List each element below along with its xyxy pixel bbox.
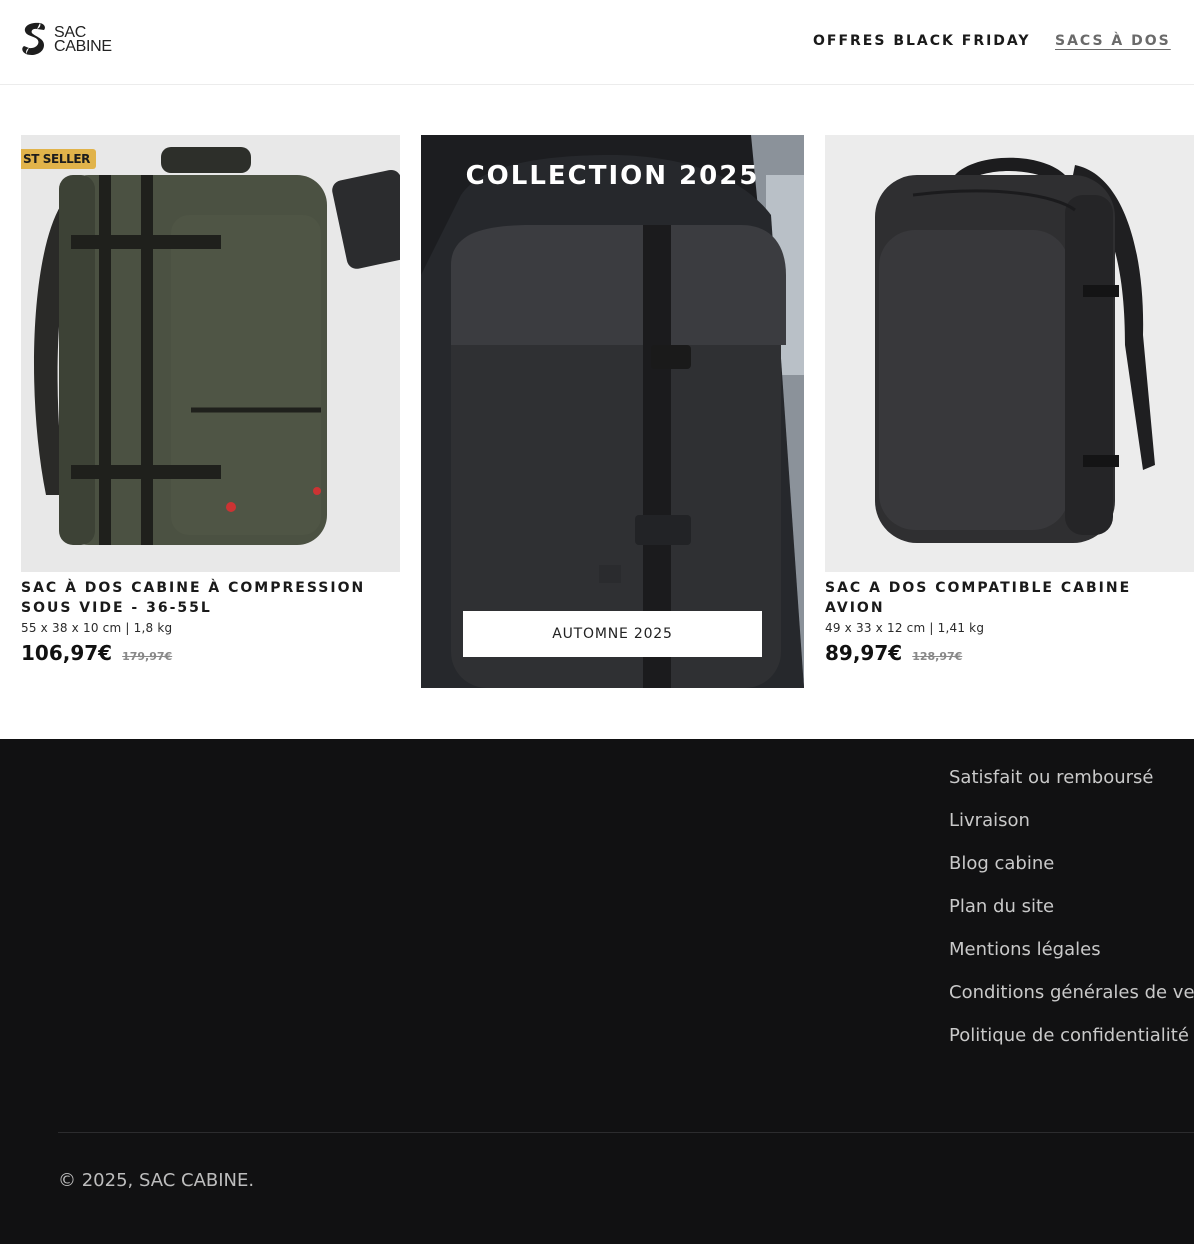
logo-text-line2: CABINE xyxy=(54,37,112,55)
product-price: 89,97€ xyxy=(825,641,903,665)
logo-icon xyxy=(22,22,45,55)
product-title[interactable]: SAC À DOS CABINE À COMPRESSION SOUS VIDE… xyxy=(21,578,400,618)
price-row: 106,97€ 179,97€ xyxy=(21,641,400,665)
footer-link-confidentialite[interactable]: Politique de confidentialité xyxy=(949,1023,1194,1066)
footer-link-livraison[interactable]: Livraison xyxy=(949,808,1194,851)
footer-link-plan-du-site[interactable]: Plan du site xyxy=(949,894,1194,937)
product-image[interactable]: ST SELLER xyxy=(21,135,400,572)
page: Notre histoire Satisfait ou remboursé Li… xyxy=(0,0,1194,1244)
collection-button[interactable]: AUTOMNE 2025 xyxy=(463,611,762,657)
nav-offres-black-friday[interactable]: OFFRES BLACK FRIDAY xyxy=(813,33,1031,49)
copyright: © 2025, SAC CABINE. xyxy=(58,1170,255,1191)
product-image[interactable] xyxy=(825,135,1194,572)
footer-links: Notre histoire Satisfait ou remboursé Li… xyxy=(949,722,1194,1066)
product-dimensions: 49 x 33 x 12 cm | 1,41 kg xyxy=(825,621,985,635)
footer-link-satisfait[interactable]: Satisfait ou remboursé xyxy=(949,765,1194,808)
product-title[interactable]: SAC A DOS COMPATIBLE CABINE AVION xyxy=(825,578,1194,618)
product-card[interactable]: SAC A DOS COMPATIBLE CABINE AVION 49 x 3… xyxy=(825,135,1194,665)
footer-link-blog[interactable]: Blog cabine xyxy=(949,851,1194,894)
backpack-image xyxy=(825,135,1194,572)
price-row: 89,97€ 128,97€ xyxy=(825,641,1194,665)
product-price: 106,97€ xyxy=(21,641,113,665)
nav-sacs-a-dos[interactable]: SACS À DOS xyxy=(1055,33,1171,49)
product-card[interactable]: ST SELLER SAC À DOS CABINE À COMPRESSION… xyxy=(21,135,400,665)
best-seller-badge: ST SELLER xyxy=(21,149,96,169)
product-compare-price: 179,97€ xyxy=(122,650,173,663)
product-dimensions: 55 x 38 x 10 cm | 1,8 kg xyxy=(21,621,173,635)
collection-title: COLLECTION 2025 xyxy=(465,161,760,191)
product-compare-price: 128,97€ xyxy=(912,650,963,663)
site-header: SAC CABINE OFFRES BLACK FRIDAY SACS À DO… xyxy=(0,0,1194,85)
collection-image xyxy=(421,135,804,688)
footer-divider xyxy=(58,1132,1194,1133)
footer-link-mentions-legales[interactable]: Mentions légales xyxy=(949,937,1194,980)
backpack-image xyxy=(21,135,400,572)
collection-tile[interactable]: COLLECTION 2025 AUTOMNE 2025 xyxy=(421,135,804,688)
mega-menu: ST SELLER SAC À DOS CABINE À COMPRESSION… xyxy=(0,85,1194,739)
logo[interactable]: SAC CABINE xyxy=(20,21,112,58)
footer-link-cgv[interactable]: Conditions générales de vente xyxy=(949,980,1194,1023)
